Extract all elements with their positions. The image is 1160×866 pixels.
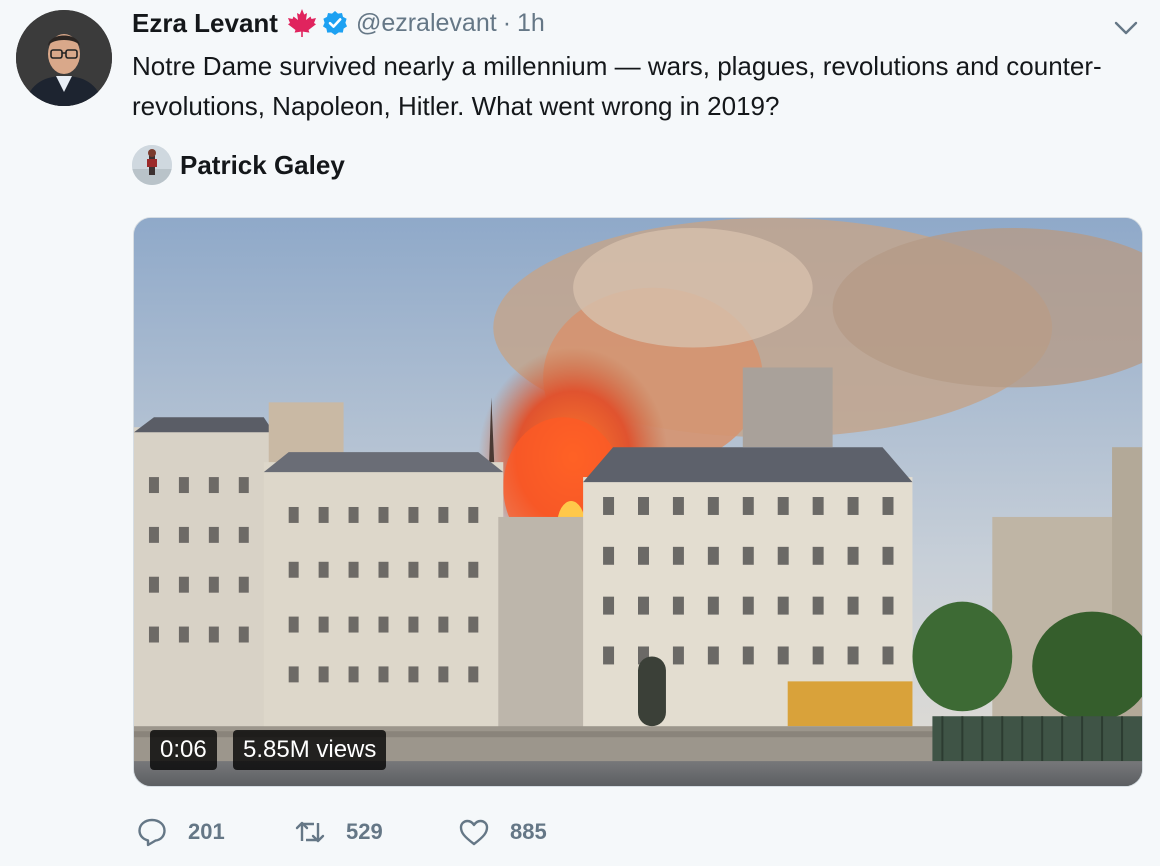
- retweet-icon: [295, 821, 325, 843]
- author-name[interactable]: Ezra Levant: [132, 8, 278, 39]
- tweet-timestamp[interactable]: 1h: [517, 9, 545, 38]
- separator-dot: ·: [502, 8, 512, 37]
- attribution-name[interactable]: Patrick Galey: [180, 150, 345, 181]
- author-avatar[interactable]: [16, 10, 112, 106]
- video-player[interactable]: [133, 217, 1143, 787]
- tweet-text: Notre Dame survived nearly a millennium …: [132, 51, 1102, 121]
- verified-badge-icon: [322, 10, 348, 36]
- attribution-avatar[interactable]: [132, 145, 172, 185]
- heart-icon: [459, 819, 489, 846]
- retweet-button[interactable]: 529: [294, 812, 383, 852]
- chevron-down-icon[interactable]: [1112, 16, 1140, 40]
- video-views-badge: 5.85M views: [233, 730, 387, 770]
- video-duration-badge: 0:06: [150, 730, 217, 770]
- reply-count: 201: [188, 819, 225, 844]
- tweet: Ezra Levant @ezralevant · 1h Notre Dame …: [0, 0, 1160, 866]
- maple-leaf-icon: [286, 7, 318, 39]
- tweet-header: Ezra Levant @ezralevant · 1h: [132, 6, 545, 40]
- reply-button[interactable]: 201: [136, 812, 225, 852]
- reply-icon: [138, 818, 166, 847]
- video-attribution[interactable]: Patrick Galey: [132, 144, 345, 186]
- like-button[interactable]: 885: [458, 812, 547, 852]
- like-count: 885: [510, 819, 547, 844]
- author-handle[interactable]: @ezralevant: [356, 9, 497, 38]
- retweet-count: 529: [346, 819, 383, 844]
